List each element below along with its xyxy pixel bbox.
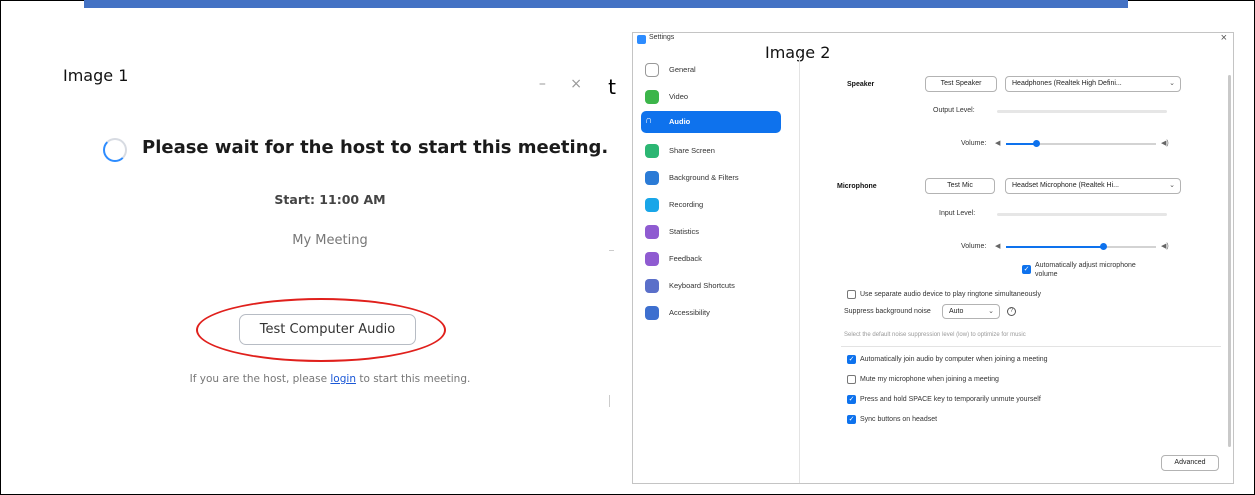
speaker-device-select[interactable]: Headphones (Realtek High Defini... ⌄ <box>1005 76 1181 92</box>
join-audio-checkbox[interactable]: ✓ <box>847 355 856 364</box>
window-title: Settings <box>649 34 675 41</box>
test-mic-button[interactable]: Test Mic <box>925 178 995 194</box>
volume-high-icon: ◀) <box>1161 140 1169 147</box>
divider <box>609 250 614 251</box>
output-level-label: Output Level: <box>933 107 975 114</box>
video-icon <box>645 90 659 104</box>
speaker-volume-fill <box>1006 143 1036 145</box>
sidebar-item-label: Recording <box>669 200 704 209</box>
suppress-noise-hint: Select the default noise suppression lev… <box>844 332 1026 338</box>
start-time: Start: 11:00 AM <box>274 192 386 207</box>
test-computer-audio-button[interactable]: Test Computer Audio <box>239 314 416 345</box>
share-screen-icon <box>645 144 659 158</box>
suppress-noise-value: Auto <box>949 308 964 315</box>
accessibility-icon <box>645 306 659 320</box>
image-1-label: Image 1 <box>63 66 129 85</box>
feedback-icon <box>645 252 659 266</box>
gear-icon <box>645 63 659 77</box>
cropped-text-edge: t <box>608 75 616 99</box>
divider <box>841 346 1221 347</box>
keyboard-icon <box>645 279 659 293</box>
speaker-volume-label: Volume: <box>961 140 987 147</box>
speaker-device-value: Headphones (Realtek High Defini... <box>1012 80 1122 87</box>
mic-volume-knob[interactable] <box>1100 243 1107 250</box>
waiting-room-window: Image 1 – × t Please wait for the host t… <box>50 60 616 405</box>
separate-device-label: Use separate audio device to play ringto… <box>860 291 1041 298</box>
output-level-meter <box>997 110 1167 113</box>
sidebar-item-label: Accessibility <box>669 308 710 317</box>
close-icon[interactable]: × <box>1221 32 1227 44</box>
input-level-meter <box>997 213 1167 216</box>
host-login-text: If you are the host, please login to sta… <box>50 373 610 385</box>
microphone-device-value: Headset Microphone (Realtek Hi... <box>1012 182 1119 189</box>
sidebar-item-label: General <box>669 65 696 74</box>
settings-window: Settings × Image 2 General Video ∩ Audio… <box>632 32 1234 484</box>
sidebar-item-video[interactable]: Video <box>641 86 781 108</box>
auto-adjust-mic-label: Automatically adjust microphone <box>1035 262 1136 269</box>
volume-low-icon: ◀ <box>995 243 1001 250</box>
space-key-label: Press and hold SPACE key to temporarily … <box>860 396 1041 403</box>
sidebar-item-feedback[interactable]: Feedback <box>641 248 781 270</box>
recording-icon <box>645 198 659 212</box>
sidebar-item-statistics[interactable]: Statistics <box>641 221 781 243</box>
mute-mic-label: Mute my microphone when joining a meetin… <box>860 376 999 383</box>
sidebar-item-label: Keyboard Shortcuts <box>669 281 735 290</box>
help-icon[interactable]: ? <box>1007 307 1016 316</box>
microphone-device-select[interactable]: Headset Microphone (Realtek Hi... ⌄ <box>1005 178 1181 194</box>
chevron-down-icon: ⌄ <box>1169 182 1175 189</box>
sidebar-item-recording[interactable]: Recording <box>641 194 781 216</box>
sidebar-item-share-screen[interactable]: Share Screen <box>641 140 781 162</box>
auto-adjust-mic-label-2: volume <box>1035 271 1058 278</box>
space-key-checkbox[interactable]: ✓ <box>847 395 856 404</box>
sync-headset-checkbox[interactable]: ✓ <box>847 415 856 424</box>
test-speaker-button[interactable]: Test Speaker <box>925 76 997 92</box>
loading-spinner-icon <box>103 138 127 162</box>
sidebar-item-label: Background & Filters <box>669 173 739 182</box>
input-level-label: Input Level: <box>939 210 976 217</box>
auto-adjust-mic-checkbox[interactable]: ✓ <box>1022 265 1031 274</box>
sidebar-item-label: Feedback <box>669 254 702 263</box>
wait-message: Please wait for the host to start this m… <box>142 137 609 158</box>
sidebar-item-accessibility[interactable]: Accessibility <box>641 302 781 324</box>
speaker-label: Speaker <box>847 81 875 88</box>
sidebar-item-label: Statistics <box>669 227 700 236</box>
chevron-down-icon: ⌄ <box>988 308 994 315</box>
suppress-noise-select[interactable]: Auto ⌄ <box>942 304 1000 319</box>
chevron-down-icon: ⌄ <box>1169 80 1175 87</box>
mic-volume-fill <box>1006 246 1104 248</box>
mic-volume-label: Volume: <box>961 243 987 250</box>
title-bar: Settings × <box>633 32 1233 49</box>
sync-headset-label: Sync buttons on headset <box>860 416 938 423</box>
suppress-noise-label: Suppress background noise <box>844 308 931 315</box>
settings-sidebar: General Video ∩ Audio Share Screen Backg… <box>633 53 800 483</box>
divider <box>609 395 610 407</box>
headphones-icon: ∩ <box>645 115 653 126</box>
audio-settings-panel: Speaker Test Speaker Headphones (Realtek… <box>801 53 1233 483</box>
top-accent-bar <box>84 0 1128 8</box>
window-controls[interactable]: – × <box>539 76 592 92</box>
statistics-icon <box>645 225 659 239</box>
sidebar-item-keyboard-shortcuts[interactable]: Keyboard Shortcuts <box>641 275 781 297</box>
sidebar-item-background-filters[interactable]: Background & Filters <box>641 167 781 189</box>
join-audio-label: Automatically join audio by computer whe… <box>860 356 1048 363</box>
meeting-name: My Meeting <box>292 233 368 248</box>
sidebar-item-label: Video <box>669 92 689 101</box>
login-link[interactable]: login <box>330 373 356 385</box>
zoom-logo-icon <box>637 35 646 44</box>
speaker-volume-knob[interactable] <box>1032 140 1040 147</box>
microphone-label: Microphone <box>837 183 877 190</box>
sidebar-item-general[interactable]: General <box>641 59 781 81</box>
sidebar-item-label: Share Screen <box>669 146 715 155</box>
host-text-suffix: to start this meeting. <box>355 373 471 385</box>
background-icon <box>645 171 659 185</box>
volume-low-icon: ◀ <box>995 140 1001 147</box>
sidebar-item-label: Audio <box>669 117 691 126</box>
volume-high-icon: ◀) <box>1161 243 1169 250</box>
advanced-button[interactable]: Advanced <box>1161 455 1219 471</box>
host-text-prefix: If you are the host, please <box>189 373 331 385</box>
separate-device-checkbox[interactable] <box>847 290 856 299</box>
scrollbar[interactable] <box>1228 75 1231 447</box>
mute-mic-checkbox[interactable] <box>847 375 856 384</box>
sidebar-item-audio[interactable]: ∩ Audio <box>641 111 781 133</box>
